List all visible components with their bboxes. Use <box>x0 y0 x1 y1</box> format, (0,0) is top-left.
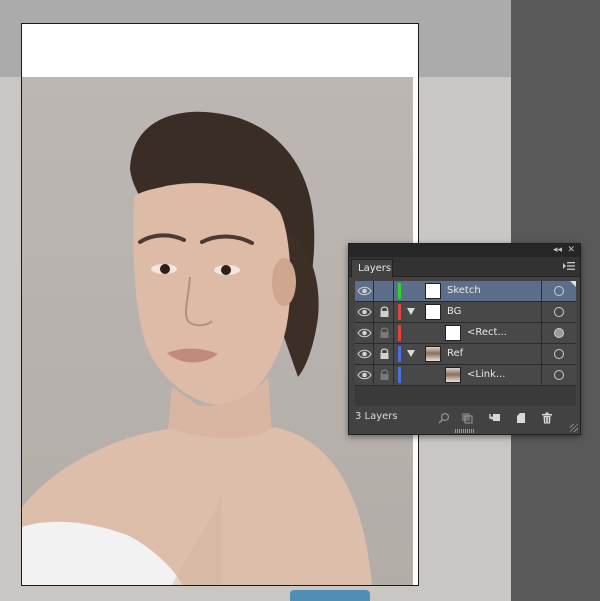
lock-toggle[interactable] <box>375 365 394 385</box>
layer-color-indicator <box>398 283 401 299</box>
eye-icon <box>357 286 372 296</box>
layer-name[interactable]: Ref <box>447 344 463 364</box>
panel-menu-icon[interactable] <box>563 260 575 272</box>
create-new-layer-icon[interactable] <box>515 412 527 424</box>
panel-resize-handle[interactable] <box>570 424 578 432</box>
visibility-toggle[interactable] <box>355 302 374 322</box>
layer-thumbnail <box>445 325 461 341</box>
close-panel-icon[interactable]: ✕ <box>567 244 575 257</box>
panel-footer: 3 Layers <box>349 408 580 428</box>
layer-name[interactable]: <Link... <box>467 365 505 385</box>
layer-thumbnail <box>425 304 441 320</box>
layers-list[interactable]: Sketch BG <Rect... Ref <Link... <box>355 281 576 406</box>
layer-count: 3 Layers <box>355 411 398 422</box>
layer-thumbnail <box>445 367 461 383</box>
layer-row[interactable]: BG <box>355 302 576 323</box>
expand-triangle-icon[interactable] <box>407 308 415 315</box>
lock-icon <box>380 327 389 338</box>
layer-row[interactable]: Sketch <box>355 281 576 302</box>
panel-tab-row: Layers <box>349 257 580 277</box>
locate-object-icon[interactable] <box>438 412 450 424</box>
target-column[interactable] <box>541 344 576 364</box>
target-circle-icon[interactable] <box>554 349 564 359</box>
target-column[interactable] <box>541 365 576 385</box>
panel-titlebar[interactable]: ◂◂ ✕ <box>349 244 580 257</box>
lock-toggle[interactable] <box>375 302 394 322</box>
visibility-toggle[interactable] <box>355 281 374 301</box>
layer-color-indicator <box>398 367 401 383</box>
layer-color-indicator <box>398 346 401 362</box>
make-clipping-mask-icon[interactable] <box>461 412 473 424</box>
target-column[interactable] <box>541 281 576 301</box>
delete-layer-icon[interactable] <box>541 412 553 424</box>
target-circle-icon[interactable] <box>554 307 564 317</box>
layer-thumbnail <box>425 346 441 362</box>
target-column[interactable] <box>541 323 576 343</box>
eye-icon <box>357 328 372 338</box>
collapse-panel-icon[interactable]: ◂◂ <box>553 244 562 257</box>
layer-name[interactable]: Sketch <box>447 281 481 301</box>
visibility-toggle[interactable] <box>355 344 374 364</box>
layers-empty-area[interactable] <box>355 386 576 406</box>
lock-toggle[interactable] <box>375 344 394 364</box>
lock-icon <box>380 306 389 317</box>
reference-photo-edge <box>290 590 370 601</box>
layer-row[interactable]: <Link... <box>355 365 576 386</box>
eye-icon <box>357 349 372 359</box>
layer-thumbnail <box>425 283 441 299</box>
target-circle-icon[interactable] <box>554 328 564 338</box>
layer-color-indicator <box>398 304 401 320</box>
target-circle-icon[interactable] <box>554 370 564 380</box>
layer-name[interactable]: <Rect... <box>467 323 507 343</box>
layers-panel[interactable]: ◂◂ ✕ Layers Sketch BG <Rect... Ref <Link... … <box>348 243 581 435</box>
create-sublayer-icon[interactable] <box>489 412 501 424</box>
target-column[interactable] <box>541 302 576 322</box>
eye-icon <box>357 370 372 380</box>
lock-icon <box>380 369 389 380</box>
expand-triangle-icon[interactable] <box>407 350 415 357</box>
tab-layers[interactable]: Layers <box>351 259 393 277</box>
visibility-toggle[interactable] <box>355 365 374 385</box>
layer-name[interactable]: BG <box>447 302 461 322</box>
layer-row[interactable]: Ref <box>355 344 576 365</box>
layer-row[interactable]: <Rect... <box>355 323 576 344</box>
panel-scroll-grip[interactable] <box>455 429 475 433</box>
lock-toggle[interactable] <box>375 281 394 301</box>
layer-color-indicator <box>398 325 401 341</box>
lock-icon <box>380 348 389 359</box>
target-circle-icon[interactable] <box>554 286 564 296</box>
eye-icon <box>357 307 372 317</box>
selection-indicator <box>570 281 576 287</box>
lock-toggle[interactable] <box>375 323 394 343</box>
visibility-toggle[interactable] <box>355 323 374 343</box>
pasteboard-bottom <box>0 586 511 601</box>
